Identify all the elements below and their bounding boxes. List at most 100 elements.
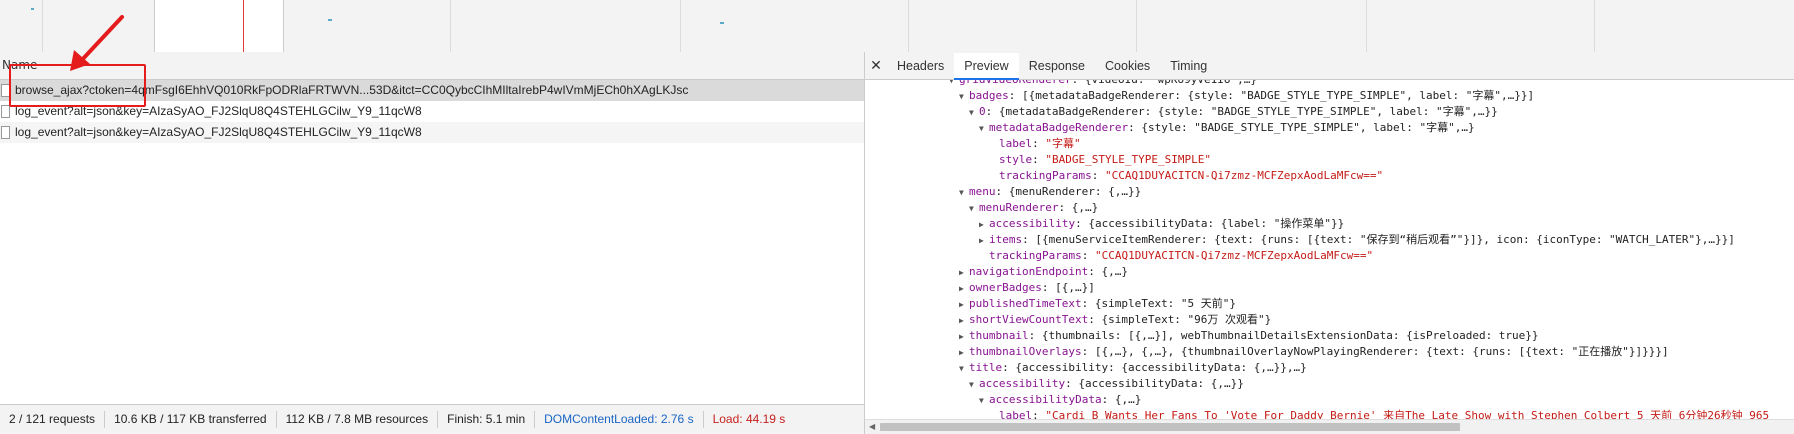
request-name: log_event?alt=json&key=AIzaSyAO_FJ2SlqU8… (15, 125, 422, 139)
collapsed-triangle-icon[interactable]: ▶ (979, 233, 989, 249)
json-tree-line[interactable]: ▼gridVideoRenderer: {videoId: "wpKo9yVe1… (865, 80, 1794, 88)
json-key: gridVideoRenderer (959, 80, 1072, 86)
expanded-triangle-icon[interactable]: ▼ (979, 393, 989, 409)
expanded-triangle-icon[interactable]: ▼ (969, 377, 979, 393)
expanded-triangle-icon[interactable]: ▼ (969, 105, 979, 121)
finish-time: Finish: 5.1 min (438, 411, 536, 429)
json-value-summary: : {style: "BADGE_STYLE_TYPE_SIMPLE", lab… (1128, 121, 1475, 134)
json-value-summary: : {metadataBadgeRenderer: {style: "BADGE… (985, 105, 1498, 118)
json-value-summary: : {,…} (1101, 393, 1142, 406)
collapsed-triangle-icon[interactable]: ▶ (959, 281, 969, 297)
load-event-marker (243, 0, 244, 52)
network-status-bar: 2 / 121 requests 10.6 KB / 117 KB transfe… (0, 404, 864, 434)
json-tree-line[interactable]: ▶ navigationEndpoint: {,…} (865, 264, 1794, 280)
json-tree-line[interactable]: ▼ title: {accessibility: {accessibilityDa… (865, 360, 1794, 376)
json-string-value: "字幕" (1045, 137, 1081, 150)
json-key: thumbnailOverlays (969, 345, 1082, 358)
expanded-triangle-icon[interactable]: ▼ (959, 361, 969, 377)
json-key: badges (969, 89, 1009, 102)
collapsed-triangle-icon[interactable]: ▶ (959, 313, 969, 329)
expanded-triangle-icon[interactable]: ▼ (969, 201, 979, 217)
json-tree-line[interactable]: ▼ 0: {metadataBadgeRenderer: {style: "BAD… (865, 104, 1794, 120)
json-value-summary: : {simpleText: "96万 次观看"} (1088, 313, 1272, 326)
json-key: items (989, 233, 1023, 246)
collapsed-triangle-icon[interactable]: ▶ (959, 329, 969, 345)
json-tree-line[interactable]: ▶ accessibility: {accessibilityData: {lab… (865, 216, 1794, 232)
scroll-left-icon[interactable]: ◀ (869, 422, 875, 431)
json-tree-line[interactable]: ▼ menu: {menuRenderer: {,…}} (865, 184, 1794, 200)
collapsed-triangle-icon[interactable]: ▶ (979, 217, 989, 233)
request-row[interactable]: log_event?alt=json&key=AIzaSyAO_FJ2SlqU8… (0, 122, 864, 143)
tab-preview[interactable]: Preview (954, 53, 1019, 80)
json-tree-line[interactable]: ▶ publishedTimeText: {simpleText: "5 天前"} (865, 296, 1794, 312)
overview-request-bar (720, 22, 724, 24)
json-tree-line[interactable]: ▶ items: [{menuServiceItemRenderer: {text… (865, 232, 1794, 248)
json-value-summary: : {accessibilityData: {,…}} (1065, 377, 1244, 390)
detail-tabs: ✕ Headers Preview Response Cookies Timing (865, 52, 1794, 80)
json-tree-line[interactable]: ▼ accessibilityData: {,…} (865, 392, 1794, 408)
overview-request-bar (328, 19, 332, 21)
json-key: shortViewCountText (969, 313, 1089, 326)
json-key: title (969, 361, 1003, 374)
json-key: thumbnail (969, 329, 1029, 342)
transferred-size: 10.6 KB / 117 KB transferred (105, 411, 277, 429)
json-tree-line[interactable]: ▶ thumbnail: {thumbnails: [{,…}], webThum… (865, 328, 1794, 344)
collapsed-triangle-icon[interactable]: ▶ (959, 265, 969, 281)
json-tree-line[interactable]: ▶ thumbnailOverlays: [{,…}, {,…}, {thumbn… (865, 344, 1794, 360)
collapsed-triangle-icon[interactable]: ▶ (959, 345, 969, 361)
expanded-triangle-icon[interactable]: ▼ (979, 121, 989, 137)
json-key: navigationEndpoint (969, 265, 1089, 278)
json-key: accessibilityData (989, 393, 1102, 406)
tab-headers[interactable]: Headers (887, 53, 954, 80)
tab-response[interactable]: Response (1019, 53, 1095, 80)
json-string-value: "CCAQ1DUYACITCN-Qi7zmz-MCFZepxAodLaMFcw=… (1104, 169, 1384, 182)
json-key: metadataBadgeRenderer (989, 121, 1129, 134)
json-value-summary: : {thumbnails: [{,…}], webThumbnailDetai… (1028, 329, 1539, 342)
overview-selection-window[interactable] (154, 0, 284, 52)
expanded-triangle-icon[interactable]: ▼ (959, 185, 969, 201)
expanded-triangle-icon[interactable]: ▼ (959, 89, 969, 105)
json-value-summary: : [{metadataBadgeRenderer: {style: "BADG… (1008, 89, 1535, 102)
close-icon[interactable]: ✕ (865, 52, 887, 79)
json-tree-line[interactable]: ▼ badges: [{metadataBadgeRenderer: {style… (865, 88, 1794, 104)
json-tree-line: trackingParams: "CCAQ1DUYACITCN-Qi7zmz-M… (989, 249, 1374, 262)
json-tree-line[interactable]: ▼ menuRenderer: {,…} (865, 200, 1794, 216)
json-value-summary: : {,…} (1058, 201, 1099, 214)
json-tree-line: style: "BADGE_STYLE_TYPE_SIMPLE" (999, 153, 1211, 166)
json-tree-line[interactable]: ▶ ownerBadges: [{,…}] (865, 280, 1794, 296)
load-time: Load: 44.19 s (712, 412, 786, 427)
json-tree-line: label: "字幕" (999, 137, 1081, 150)
json-key: publishedTimeText (969, 297, 1082, 310)
json-key: trackingParams (999, 169, 1092, 182)
overview-request-bar (31, 8, 34, 10)
json-tree-line[interactable]: ▶ shortViewCountText: {simpleText: "96万 次… (865, 312, 1794, 328)
annotation-arrow-icon (70, 15, 124, 71)
network-overview[interactable] (0, 0, 1794, 53)
json-value-summary: : {,…} (1088, 265, 1128, 278)
json-key: 0 (979, 105, 986, 118)
json-value-summary: : {videoId: "wpKo9yVe1IU",…} (1072, 80, 1257, 86)
json-value-summary: : {accessibility: {accessibilityData: {,… (1002, 361, 1307, 374)
scrollbar-thumb[interactable] (880, 423, 1460, 431)
json-key: ownerBadges (969, 281, 1042, 294)
json-value-summary: : [{,…}, {,…}, {thumbnailOverlayNowPlayi… (1081, 345, 1669, 358)
json-value-summary: : [{menuServiceItemRenderer: {text: {run… (1022, 233, 1735, 246)
json-tree-line[interactable]: ▼ accessibility: {accessibilityData: {,…}… (865, 376, 1794, 392)
json-value-summary: : {accessibilityData: {label: "操作菜单"}} (1075, 217, 1345, 230)
document-icon (1, 126, 10, 140)
tab-timing[interactable]: Timing (1160, 53, 1217, 80)
json-key: trackingParams (989, 249, 1082, 262)
requests-count: 2 / 121 requests (0, 411, 106, 429)
json-tree-line[interactable]: ▼ metadataBadgeRenderer: {style: "BADGE_S… (865, 120, 1794, 136)
json-key: menuRenderer (979, 201, 1059, 214)
horizontal-scrollbar[interactable]: ◀ (865, 419, 1794, 434)
collapsed-triangle-icon[interactable]: ▶ (959, 297, 969, 313)
tab-cookies[interactable]: Cookies (1095, 53, 1160, 80)
document-icon (1, 105, 10, 119)
json-key: accessibility (979, 377, 1066, 390)
json-key: style (999, 153, 1033, 166)
request-detail-panel: ✕HeadersPreviewResponseCookiesTiming ▼ gr… (865, 52, 1794, 434)
json-value-summary: : {simpleText: "5 天前"} (1081, 297, 1237, 310)
json-value-summary: : [{,…}] (1041, 281, 1095, 294)
json-string-value: "CCAQ1DUYACITCN-Qi7zmz-MCFZepxAodLaMFcw=… (1094, 249, 1374, 262)
